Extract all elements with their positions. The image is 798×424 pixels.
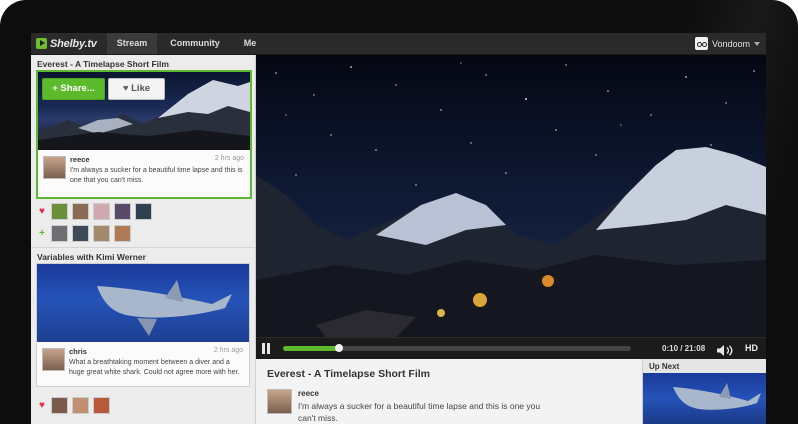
user-name: Vondoom <box>711 38 750 49</box>
avatar[interactable] <box>93 203 110 220</box>
seek-progress-fill <box>283 346 339 351</box>
avatar[interactable] <box>72 397 89 414</box>
feed-divider <box>31 247 255 248</box>
avatar[interactable] <box>267 389 292 414</box>
comment-text: I'm always a sucker for a beautiful time… <box>70 167 243 184</box>
comment: reece 2 hrs ago I'm always a sucker for … <box>38 150 250 193</box>
seek-bar[interactable] <box>283 344 631 352</box>
logo-text: Shelby.tv <box>50 37 97 50</box>
avatar[interactable] <box>43 156 66 179</box>
avatar[interactable] <box>135 203 152 220</box>
tab-community[interactable]: Community <box>168 33 222 54</box>
avatar[interactable] <box>114 203 131 220</box>
feed-card[interactable]: chris 2 hrs ago What a breathtaking mome… <box>36 263 250 387</box>
shark-thumbnail-art <box>97 280 232 336</box>
pause-icon[interactable] <box>262 343 271 354</box>
player-controls: 0:10 / 21:08 HD <box>256 337 766 359</box>
avatar[interactable] <box>51 397 68 414</box>
shelby-logo[interactable]: Shelby.tv <box>36 36 97 51</box>
feed-card-active[interactable]: + Share... ♥ Like reece 2 hrs ago I'm al… <box>36 70 252 199</box>
tab-stream[interactable]: Stream <box>107 33 157 54</box>
avatar[interactable] <box>51 203 68 220</box>
comment-text: What a breathtaking moment between a div… <box>69 359 240 376</box>
video-frame <box>256 55 766 337</box>
avatar[interactable] <box>72 225 89 242</box>
likers-row: ♥ <box>37 203 152 220</box>
tab-me[interactable]: Me <box>236 33 264 54</box>
now-playing-comment: I'm always a sucker for a beautiful time… <box>298 401 541 423</box>
now-playing-author[interactable]: reece <box>298 389 319 398</box>
heart-icon: ♥ <box>39 400 45 411</box>
chevron-down-icon <box>754 41 760 46</box>
hd-toggle[interactable]: HD <box>745 338 758 359</box>
now-playing-info: Everest - A Timelapse Short Film reece I… <box>256 359 641 424</box>
avatar[interactable] <box>42 348 65 371</box>
video-thumbnail[interactable]: + Share... ♥ Like <box>38 72 250 150</box>
feed-item-title[interactable]: Variables with Kimi Werner <box>37 252 146 262</box>
app-window: Shelby.tv Stream Community Me Vondoom Ev… <box>31 33 766 424</box>
play-logo-icon <box>36 38 47 49</box>
plus-icon: + <box>39 228 45 239</box>
video-player[interactable] <box>256 55 766 337</box>
top-nav-bar: Shelby.tv Stream Community Me Vondoom <box>31 33 766 55</box>
stream-feed: Everest - A Timelapse Short Film + Share… <box>31 55 256 424</box>
avatar[interactable] <box>93 397 110 414</box>
seek-handle[interactable] <box>334 344 343 352</box>
avatar[interactable] <box>51 225 68 242</box>
likers-row: ♥ <box>37 397 110 414</box>
up-next-panel: Up Next <box>642 359 766 424</box>
comment-time: 2 hrs ago <box>214 155 244 162</box>
now-playing-title[interactable]: Everest - A Timelapse Short Film <box>267 368 430 380</box>
device-bezel: Shelby.tv Stream Community Me Vondoom Ev… <box>0 0 798 424</box>
like-button[interactable]: ♥ Like <box>108 78 165 100</box>
share-button[interactable]: + Share... <box>42 78 105 100</box>
user-menu[interactable]: Vondoom <box>694 36 760 51</box>
time-display: 0:10 / 21:08 <box>662 344 706 353</box>
comment-time: 2 hrs ago <box>213 347 243 354</box>
feed-item-title[interactable]: Everest - A Timelapse Short Film <box>37 59 169 69</box>
avatar[interactable] <box>72 203 89 220</box>
user-avatar <box>694 37 708 50</box>
avatar[interactable] <box>114 225 131 242</box>
avatar[interactable] <box>93 225 110 242</box>
like-button-label: Like <box>131 83 151 94</box>
up-next-thumbnail[interactable] <box>643 373 766 424</box>
heart-icon: ♥ <box>122 83 129 94</box>
video-thumbnail[interactable] <box>37 264 249 342</box>
up-next-label: Up Next <box>649 362 680 371</box>
volume-icon[interactable] <box>717 343 735 356</box>
heart-icon: ♥ <box>39 206 45 217</box>
shark-thumbnail-art <box>673 383 761 410</box>
sharers-row: + <box>37 225 131 242</box>
comment: chris 2 hrs ago What a breathtaking mome… <box>37 342 249 385</box>
